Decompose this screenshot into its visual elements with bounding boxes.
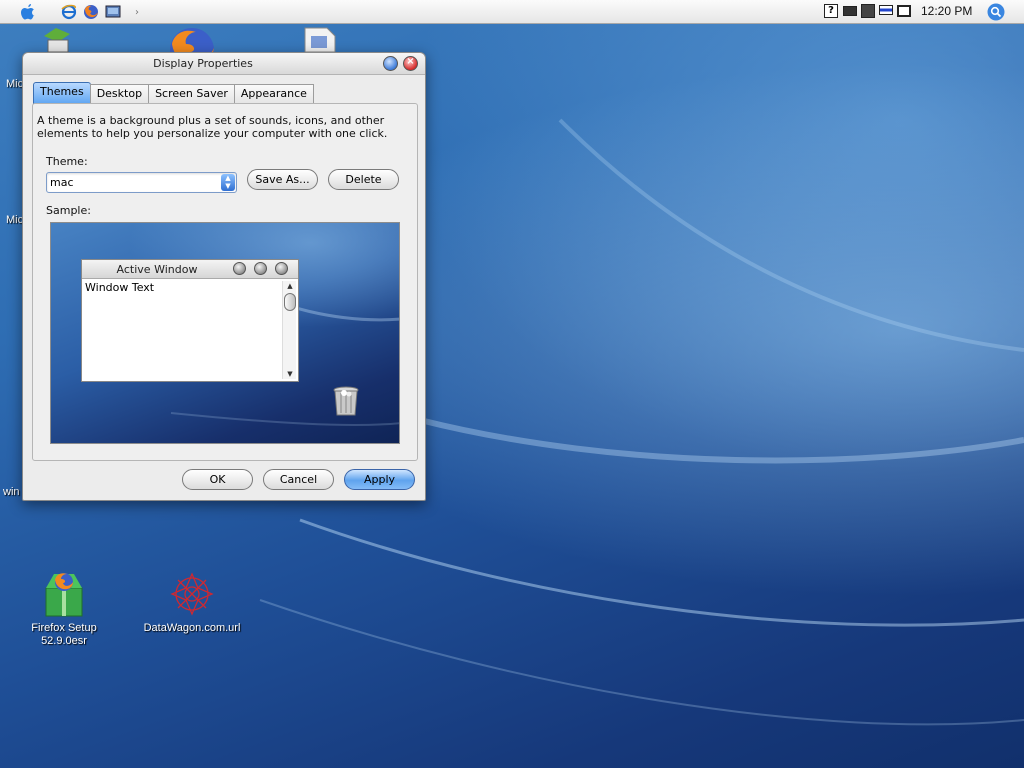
close-icon: ×: [406, 56, 415, 67]
desktop-icon-firefox-setup[interactable]: Firefox Setup 52.9.0esr: [9, 570, 119, 648]
close-button[interactable]: ×: [403, 56, 418, 71]
desktop-icon-label-partial[interactable]: Mic: [6, 214, 23, 226]
sample-close-icon: [275, 262, 288, 275]
apple-menu-icon[interactable]: [18, 2, 38, 22]
tab-strip: Themes Desktop Screen Saver Appearance: [33, 82, 314, 104]
desktop-icon-label-partial[interactable]: win: [3, 486, 20, 498]
firefox-setup-icon: [40, 570, 88, 618]
sample-active-window: Active Window Window Text ▲ ▼: [81, 259, 299, 382]
volume-icon[interactable]: [861, 4, 875, 18]
datawagon-url-icon: [168, 570, 216, 618]
theme-description: A theme is a background plus a set of so…: [37, 114, 388, 140]
theme-select-value: mac: [50, 176, 74, 189]
internet-explorer-icon[interactable]: [60, 2, 78, 22]
scroll-up-icon: ▲: [287, 282, 293, 290]
help-icon[interactable]: ?: [824, 4, 838, 18]
datawagon-url-label: DataWagon.com.url: [143, 622, 241, 634]
trash-icon: [332, 385, 360, 417]
sample-scrollbar: ▲ ▼: [282, 281, 296, 379]
save-as-button[interactable]: Save As...: [247, 169, 318, 190]
desktop-icon-label-partial[interactable]: Mic: [6, 78, 23, 90]
dialog-title: Display Properties: [153, 57, 253, 70]
desktop-icon-datawagon-url[interactable]: DataWagon.com.url: [137, 570, 247, 635]
sample-maximize-icon: [254, 262, 267, 275]
desktop-icon-partial[interactable]: [40, 26, 74, 53]
sample-label: Sample:: [46, 204, 91, 217]
document-desktop-icon-partial[interactable]: [303, 26, 337, 53]
clock[interactable]: 12:20 PM: [921, 4, 972, 18]
firefox-icon[interactable]: [82, 2, 100, 22]
top-menu-bar: › ? 12:20 PM: [0, 0, 1024, 24]
tab-desktop[interactable]: Desktop: [89, 84, 150, 104]
chevron-right-icon[interactable]: ›: [130, 2, 144, 22]
network-icon[interactable]: [897, 5, 911, 17]
theme-label: Theme:: [46, 155, 88, 168]
delete-button[interactable]: Delete: [328, 169, 399, 190]
scroll-down-icon: ▼: [287, 370, 293, 378]
cancel-button[interactable]: Cancel: [263, 469, 334, 490]
sample-scroll-thumb: [284, 293, 296, 311]
sample-minimize-icon: [233, 262, 246, 275]
language-bar-icon[interactable]: [879, 5, 893, 15]
sample-window-title: Active Window: [116, 263, 198, 276]
sample-window-text: Window Text: [85, 281, 155, 294]
firefox-setup-label: Firefox Setup 52.9.0esr: [31, 622, 97, 647]
dialog-titlebar[interactable]: Display Properties ×: [23, 53, 425, 75]
tab-appearance[interactable]: Appearance: [233, 84, 314, 104]
theme-sample-preview: Active Window Window Text ▲ ▼: [50, 222, 400, 444]
sample-window-titlebar: Active Window: [82, 260, 298, 279]
battery-icon[interactable]: [843, 6, 857, 16]
tab-screen-saver[interactable]: Screen Saver: [148, 84, 235, 104]
firefox-desktop-icon-partial[interactable]: [168, 26, 216, 52]
show-desktop-icon[interactable]: [104, 2, 122, 22]
theme-select[interactable]: mac ▲ ▼: [46, 172, 237, 193]
ok-button[interactable]: OK: [182, 469, 253, 490]
apply-button[interactable]: Apply: [344, 469, 415, 490]
updown-arrows-icon[interactable]: ▲ ▼: [221, 174, 235, 191]
spotlight-search-icon[interactable]: [986, 2, 1006, 22]
help-button[interactable]: [383, 56, 398, 71]
tab-themes[interactable]: Themes: [33, 82, 91, 104]
display-properties-dialog: Display Properties × Themes Desktop Scre…: [22, 52, 426, 501]
